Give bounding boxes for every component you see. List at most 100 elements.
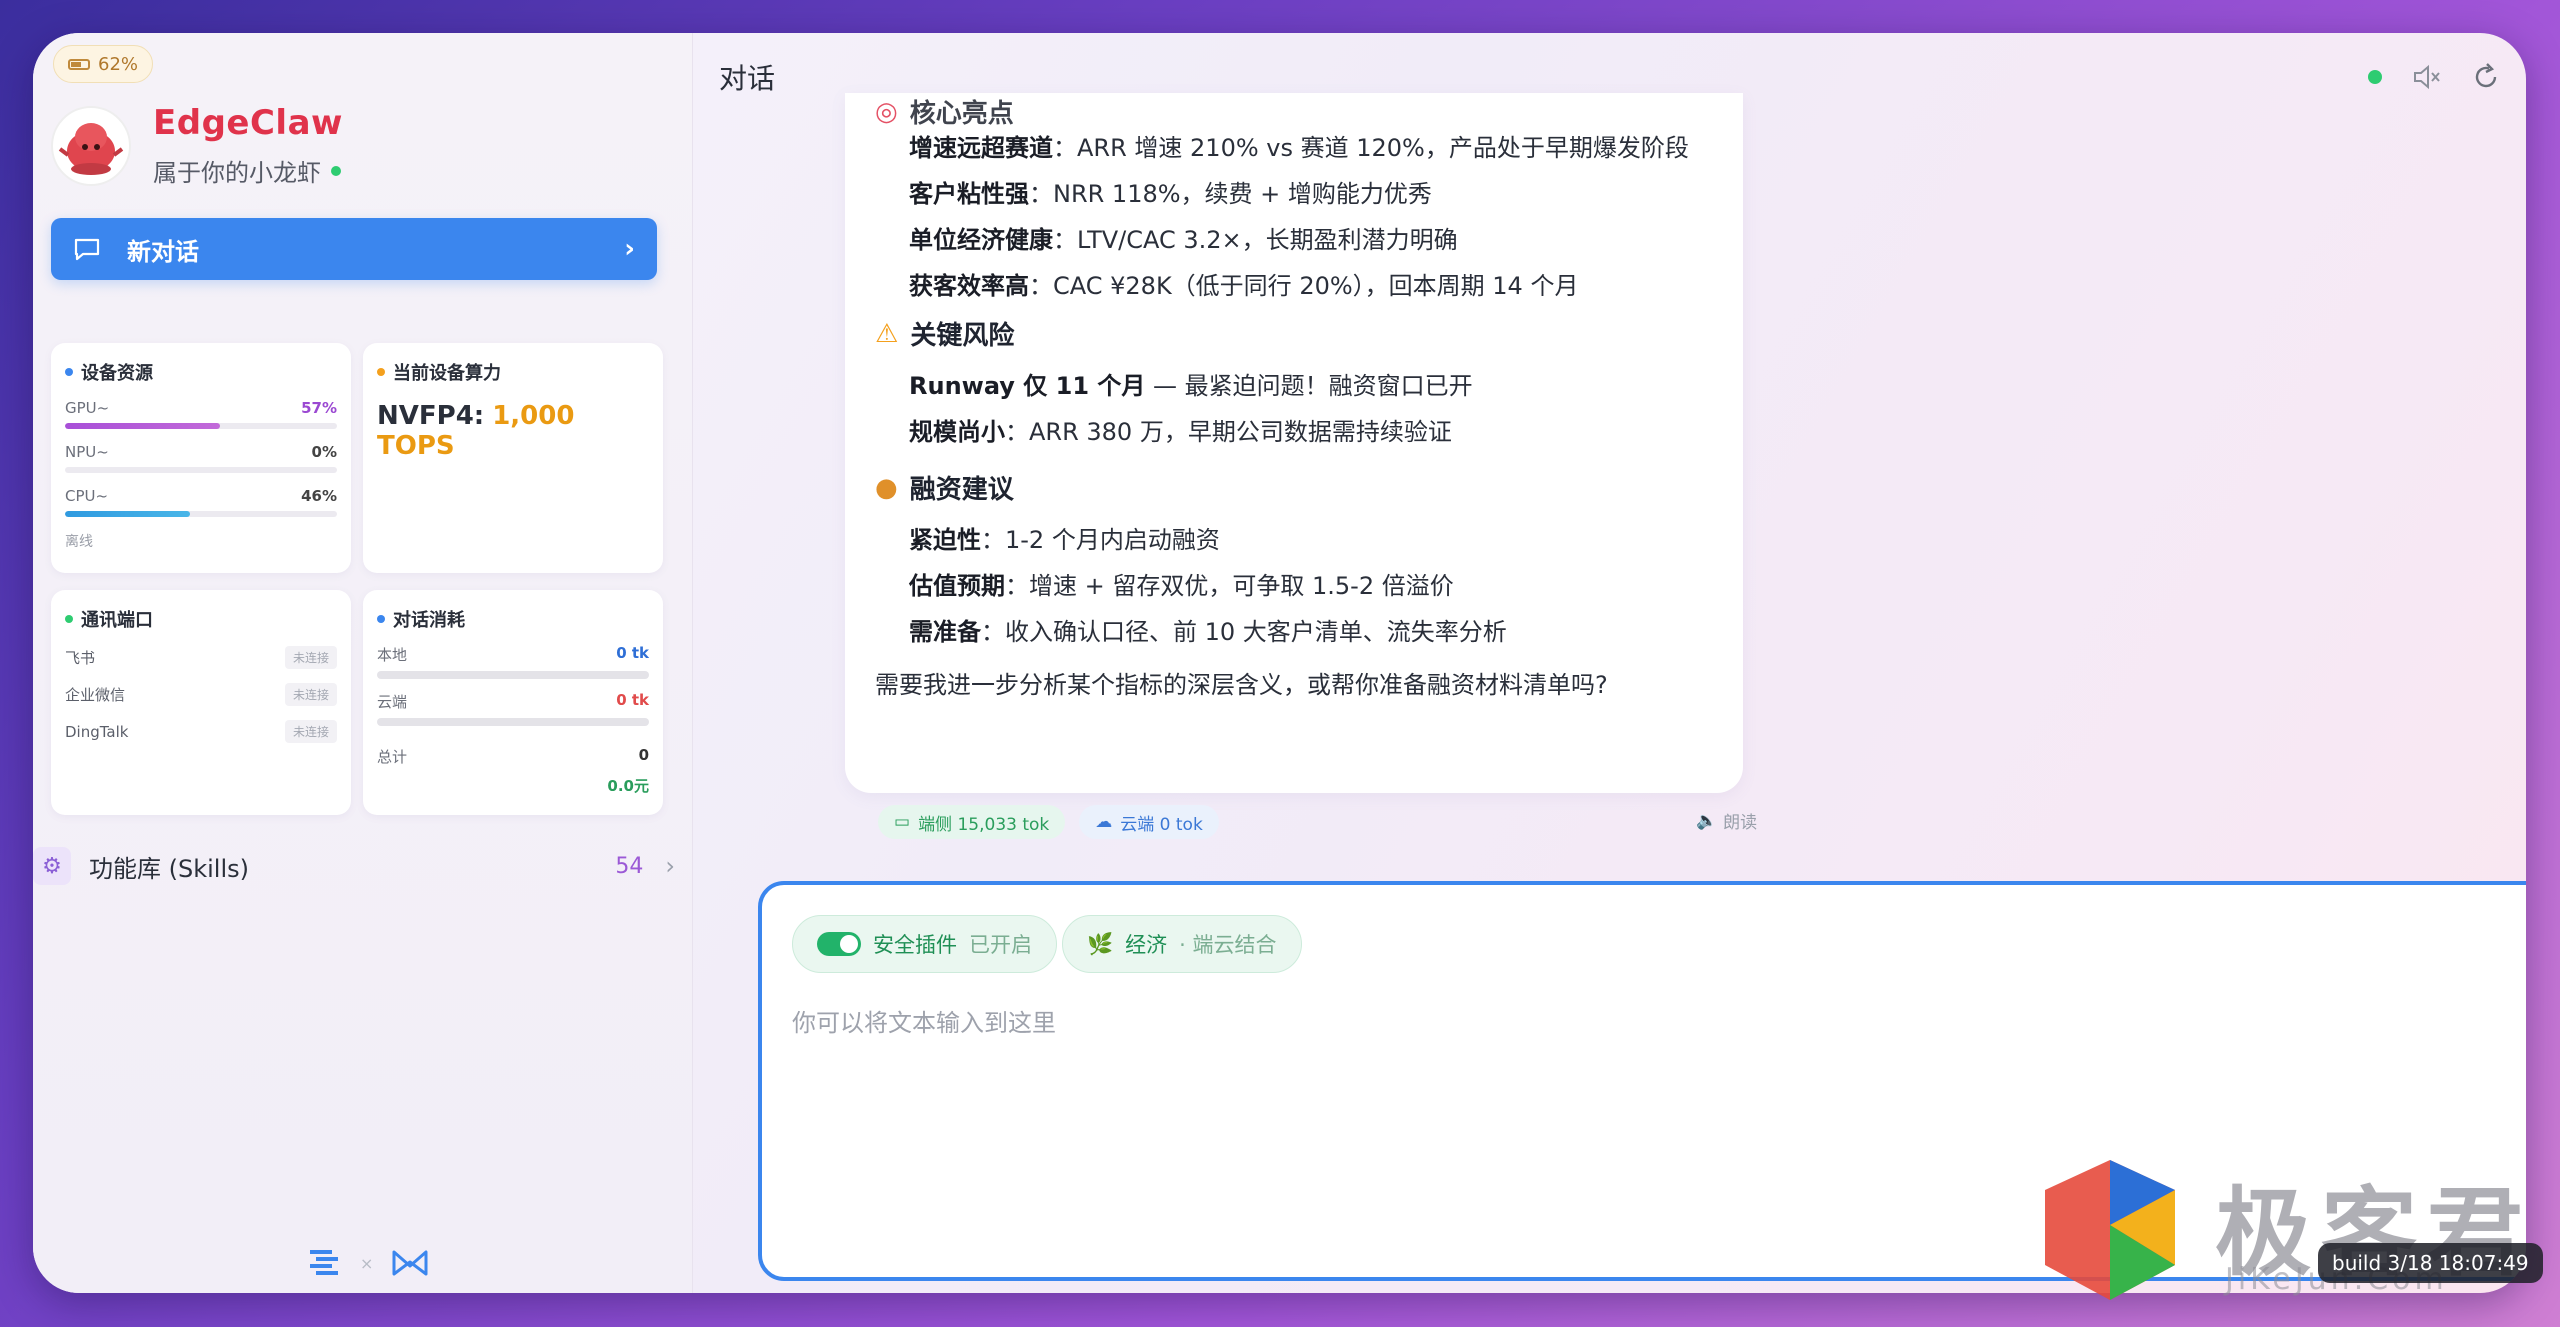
highlight-text: ：CAC ¥28K（低于同行 20%），回本周期 14 个月 bbox=[1029, 272, 1579, 300]
highlight-item: 单位经济健康：LTV/CAC 3.2×，长期盈利潜力明确 bbox=[909, 220, 1458, 255]
highlight-key: 单位经济健康 bbox=[909, 226, 1053, 254]
build-badge: build 3/18 18:07:49 bbox=[2318, 1243, 2543, 1283]
status-dot bbox=[65, 615, 73, 623]
monitor-icon: ▭ bbox=[894, 812, 911, 832]
assistant-message: ◎ 核心亮点 增速远超赛道：ARR 增速 210% vs 赛道 120%，产品处… bbox=[845, 93, 1743, 793]
gpu-label: GPU~ bbox=[65, 399, 110, 417]
risks-heading: ⚠ 关键风险 bbox=[875, 315, 1014, 352]
local-tokens-row: 本地 0 tk bbox=[377, 644, 649, 665]
compute-value: NVFP4: 1,000 TOPS bbox=[377, 401, 649, 461]
compute-card: 当前设备算力 NVFP4: 1,000 TOPS bbox=[363, 343, 663, 573]
read-aloud-button[interactable]: 🔈 朗读 bbox=[1696, 808, 1757, 834]
compute-title: 当前设备算力 bbox=[377, 359, 649, 385]
partner-logos: × bbox=[308, 1248, 429, 1278]
warning-icon: ⚠ bbox=[875, 318, 899, 349]
port-row[interactable]: 企业微信 未连接 bbox=[65, 683, 337, 706]
local-tokens-value: 0 tk bbox=[616, 644, 649, 662]
npu-value: 0% bbox=[311, 443, 337, 461]
cloud-token-badge: ☁ 云端 0 tok bbox=[1079, 805, 1219, 839]
gpu-row: GPU~ 57% bbox=[65, 399, 337, 417]
skills-icon: ⚙ bbox=[33, 847, 71, 885]
highlights-heading: ◎ 核心亮点 bbox=[875, 93, 1014, 130]
highlight-text: ：LTV/CAC 3.2×，长期盈利潜力明确 bbox=[1053, 226, 1458, 254]
highlight-item: 增速远超赛道：ARR 增速 210% vs 赛道 120%，产品处于早期爆发阶段 bbox=[909, 128, 1689, 163]
total-tokens-label: 总计 bbox=[377, 748, 408, 766]
cpu-row: CPU~ 46% bbox=[65, 487, 337, 505]
total-tokens-value: 0 bbox=[638, 746, 649, 764]
avatar[interactable] bbox=[51, 105, 131, 186]
online-status-dot bbox=[331, 165, 341, 176]
mode-selector[interactable]: 🌿 经济 · 端云结合 bbox=[1062, 915, 1302, 973]
skills-count: 54 bbox=[615, 853, 644, 879]
token-cost: 0.0元 bbox=[607, 777, 649, 795]
token-usage-title-text: 对话消耗 bbox=[393, 610, 465, 631]
token-usage-card: 对话消耗 本地 0 tk 云端 0 tk 总计 0 0.0元 bbox=[363, 590, 663, 815]
ports-title: 通讯端口 bbox=[65, 606, 337, 632]
risks-title: 关键风险 bbox=[910, 321, 1015, 351]
app-window: 62% EdgeClaw 属于你的小龙虾 新对话 › 设备资源 GPU~ 57%… bbox=[33, 33, 2526, 1293]
cloud-icon: ☁ bbox=[1095, 812, 1113, 832]
advice-key: 紧迫性 bbox=[909, 526, 981, 554]
local-tokens-bar bbox=[377, 671, 649, 679]
device-status: 离线 bbox=[65, 534, 93, 550]
cloud-tokens-label: 云端 bbox=[377, 693, 408, 711]
cloud-tokens-bar bbox=[377, 718, 649, 726]
cloud-token-text: 云端 0 tok bbox=[1120, 814, 1203, 835]
profile: EdgeClaw 属于你的小龙虾 bbox=[51, 103, 343, 188]
local-token-text: 端侧 15,033 tok bbox=[918, 814, 1050, 835]
skills-label: 功能库 (Skills) bbox=[89, 854, 249, 883]
security-plugin-toggle[interactable]: 安全插件 已开启 bbox=[792, 915, 1057, 973]
port-status: 未连接 bbox=[284, 646, 337, 669]
risk-item: 规模尚小：ARR 380 万，早期公司数据需持续验证 bbox=[909, 412, 1452, 447]
risk-text: — 最紧迫问题！融资窗口已开 bbox=[1145, 372, 1473, 400]
highlight-item: 客户粘性强：NRR 118%，续费 + 增购能力优秀 bbox=[909, 174, 1432, 209]
mode-detail: · 端云结合 bbox=[1179, 933, 1277, 957]
highlight-text: ：ARR 增速 210% vs 赛道 120%，产品处于早期爆发阶段 bbox=[1053, 134, 1689, 162]
sidebar: 62% EdgeClaw 属于你的小龙虾 新对话 › 设备资源 GPU~ 57%… bbox=[33, 33, 693, 1293]
message-input[interactable]: 你可以将文本输入到这里 bbox=[792, 1003, 1056, 1038]
app-subtitle-text: 属于你的小龙虾 bbox=[153, 159, 321, 187]
port-row[interactable]: 飞书 未连接 bbox=[65, 646, 337, 669]
advice-key: 估值预期 bbox=[909, 572, 1005, 600]
total-tokens-row: 总计 0 bbox=[377, 746, 649, 767]
local-token-badge: ▭ 端侧 15,033 tok bbox=[878, 805, 1066, 839]
risk-text: ：ARR 380 万，早期公司数据需持续验证 bbox=[1005, 418, 1452, 446]
compute-title-text: 当前设备算力 bbox=[393, 363, 501, 384]
local-tokens-label: 本地 bbox=[377, 646, 408, 664]
advice-item: 估值预期：增速 + 留存双优，可争取 1.5-2 倍溢价 bbox=[909, 566, 1454, 601]
refresh-icon[interactable] bbox=[2472, 63, 2500, 91]
mode-label: 经济 bbox=[1125, 933, 1168, 957]
security-plugin-label: 安全插件 bbox=[873, 933, 957, 957]
highlight-item: 获客效率高：CAC ¥28K（低于同行 20%），回本周期 14 个月 bbox=[909, 266, 1578, 301]
chevron-right-icon: › bbox=[665, 852, 675, 880]
port-status: 未连接 bbox=[284, 720, 337, 743]
npu-row: NPU~ 0% bbox=[65, 443, 337, 461]
app-subtitle: 属于你的小龙虾 bbox=[153, 153, 343, 188]
mute-icon[interactable] bbox=[2412, 64, 2442, 90]
device-resources-title: 设备资源 bbox=[65, 359, 337, 385]
advice-title: 融资建议 bbox=[909, 475, 1014, 505]
npu-label: NPU~ bbox=[65, 443, 109, 461]
advice-text: ：增速 + 留存双优，可争取 1.5-2 倍溢价 bbox=[1005, 572, 1454, 600]
highlight-key: 增速远超赛道 bbox=[909, 134, 1053, 162]
cloud-tokens-row: 云端 0 tk bbox=[377, 691, 649, 712]
cpu-bar bbox=[65, 511, 337, 517]
ports-title-text: 通讯端口 bbox=[81, 610, 153, 631]
skills-library-link[interactable]: ⚙ 功能库 (Skills) 54 › bbox=[33, 841, 693, 891]
new-chat-button[interactable]: 新对话 › bbox=[51, 218, 657, 280]
port-name: 企业微信 bbox=[65, 686, 126, 704]
risk-key: Runway 仅 11 个月 bbox=[909, 372, 1146, 400]
cpu-bar-fill bbox=[65, 511, 191, 517]
gpu-value: 57% bbox=[301, 399, 337, 417]
security-plugin-state: 已开启 bbox=[969, 933, 1032, 957]
toggle-switch[interactable] bbox=[817, 932, 861, 956]
highlights-title: 核心亮点 bbox=[909, 99, 1014, 129]
advice-item: 需准备：收入确认口径、前 10 大客户清单、流失率分析 bbox=[909, 612, 1507, 647]
device-resources-card: 设备资源 GPU~ 57% NPU~ 0% CPU~ 46% 离线 bbox=[51, 343, 351, 573]
advice-text: ：1-2 个月内启动融资 bbox=[981, 526, 1220, 554]
device-resources-title-text: 设备资源 bbox=[81, 363, 153, 384]
status-dot bbox=[377, 615, 385, 623]
compute-label: NVFP4: bbox=[377, 401, 485, 431]
port-row[interactable]: DingTalk 未连接 bbox=[65, 720, 337, 743]
advice-key: 需准备 bbox=[909, 618, 981, 646]
